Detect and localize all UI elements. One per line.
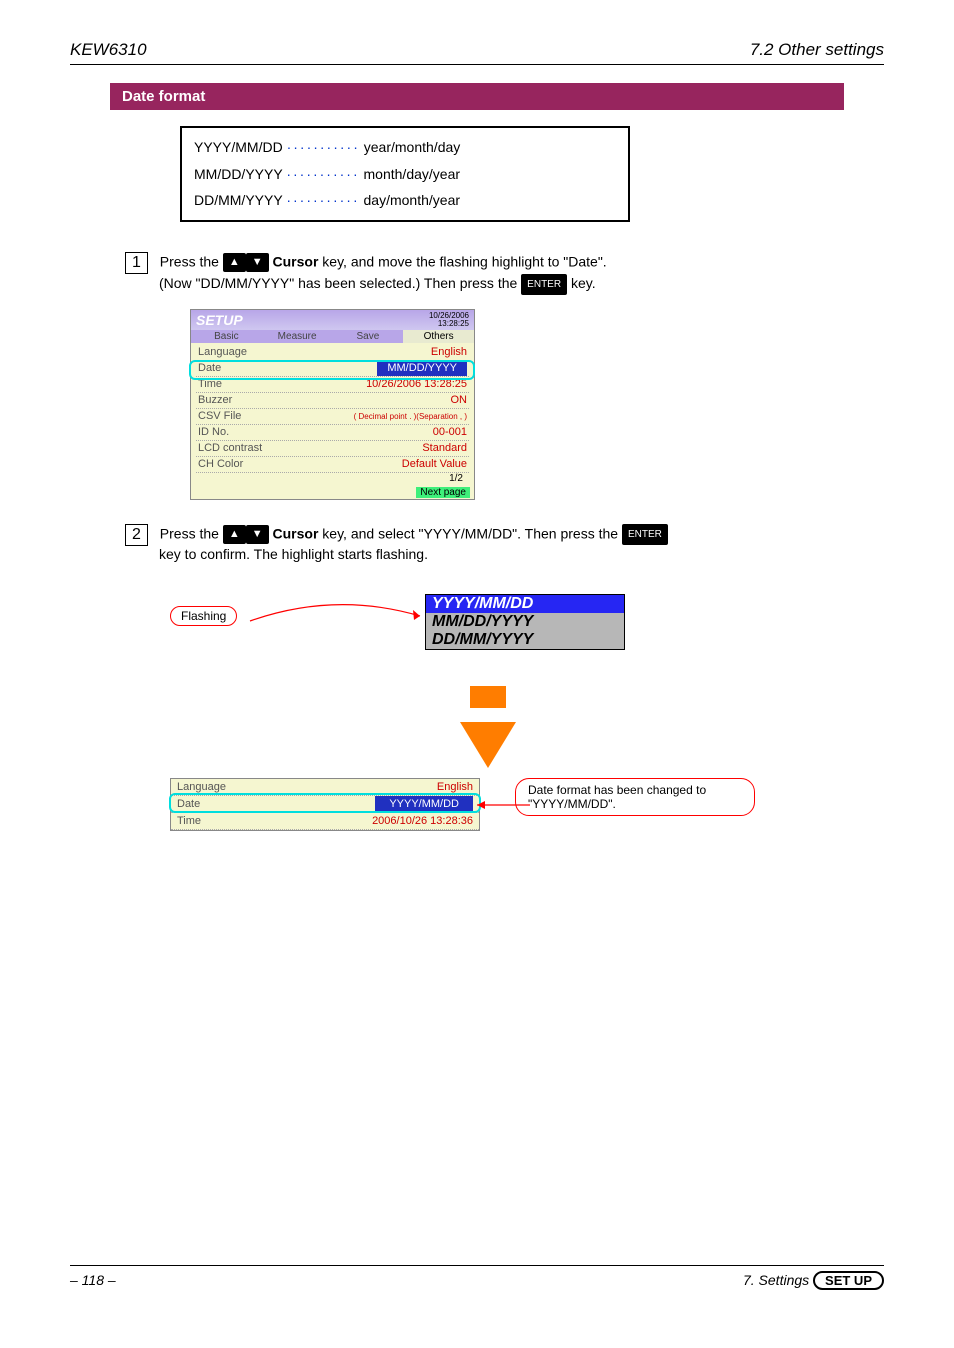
ss1-lbl-buzzer: Buzzer bbox=[198, 393, 232, 408]
step1-mid: key, and move the flashing highlight to … bbox=[322, 253, 606, 269]
ss1-ts-time: 13:28:25 bbox=[438, 319, 469, 328]
ss1-lbl-id: ID No. bbox=[198, 425, 229, 440]
down-arrow-icon bbox=[460, 722, 516, 768]
tab-basic[interactable]: Basic bbox=[191, 330, 262, 343]
fmt-opt3-right: day/month/year bbox=[364, 192, 461, 208]
setup-screenshot-2: Language English Date YYYY/MM/DD Time 2006/… bbox=[170, 778, 480, 831]
header-left: KEW6310 bbox=[70, 40, 147, 60]
fmt-opt1-right: year/month/day bbox=[364, 139, 461, 155]
flashing-callout: Flashing bbox=[170, 606, 237, 626]
dots-1: ··········· bbox=[287, 139, 360, 155]
cursor-down-key[interactable] bbox=[246, 253, 269, 272]
step2-number: 2 bbox=[125, 524, 148, 546]
ss1-val-lcd: Standard bbox=[422, 441, 467, 456]
next-page-button[interactable]: Next page bbox=[416, 487, 470, 498]
page-header: KEW6310 7.2 Other settings bbox=[70, 40, 884, 65]
ss1-val-time: 10/26/2006 13:28:25 bbox=[366, 377, 467, 392]
cursor-up-key[interactable] bbox=[223, 253, 246, 272]
step1-pre: Press the bbox=[160, 253, 219, 269]
fmt-opt3-left: DD/MM/YYYY bbox=[194, 192, 282, 208]
ss2-lbl-date: Date bbox=[177, 796, 200, 812]
tab-save[interactable]: Save bbox=[333, 330, 404, 343]
setup-screenshot-1: SETUP 10/26/200613:28:25 Basic Measure S… bbox=[190, 309, 475, 500]
popup-opt-3[interactable]: DD/MM/YYYY bbox=[426, 631, 624, 649]
ss1-lbl-date: Date bbox=[198, 361, 221, 376]
ss1-val-date[interactable]: MM/DD/YYYY bbox=[377, 361, 467, 376]
fmt-opt1-left: YYYY/MM/DD bbox=[194, 139, 283, 155]
tab-measure[interactable]: Measure bbox=[262, 330, 333, 343]
ss1-val-ch: Default Value bbox=[402, 457, 467, 472]
cursor-down-key-2[interactable] bbox=[246, 525, 269, 544]
date-format-box: YYYY/MM/DD ··········· year/month/day MM… bbox=[180, 126, 630, 222]
popup-opt-2[interactable]: MM/DD/YYYY bbox=[426, 613, 624, 631]
dots-2: ··········· bbox=[286, 166, 359, 182]
section-title: Date format bbox=[110, 83, 844, 110]
header-right: 7.2 Other settings bbox=[750, 40, 884, 60]
cursor-up-key-2[interactable] bbox=[223, 525, 246, 544]
enter-key-2[interactable]: ENTER bbox=[622, 524, 668, 545]
ss1-lbl-csv: CSV File bbox=[198, 409, 241, 424]
ss1-val-language: English bbox=[431, 345, 467, 360]
ss2-lbl-language: Language bbox=[177, 779, 226, 795]
ss2-val-time: 2006/10/26 13:28:36 bbox=[372, 813, 473, 829]
ss1-lbl-lcd: LCD contrast bbox=[198, 441, 262, 456]
step2-mid: key, and select "YYYY/MM/DD". Then press… bbox=[322, 525, 618, 541]
ss1-page-indicator: 1/2 bbox=[196, 473, 469, 484]
ss1-lbl-ch: CH Color bbox=[198, 457, 243, 472]
popup-opt-1[interactable]: YYYY/MM/DD bbox=[426, 595, 624, 613]
step-1: 1 Press the Cursor key, and move the fla… bbox=[125, 252, 884, 295]
dots-3: ··········· bbox=[286, 192, 359, 208]
ss1-lbl-language: Language bbox=[198, 345, 247, 360]
ss2-val-date[interactable]: YYYY/MM/DD bbox=[375, 796, 473, 812]
step1-post: (Now "DD/MM/YYYY" has been selected.) Th… bbox=[159, 275, 517, 291]
ss1-val-id: 00-001 bbox=[433, 425, 467, 440]
changed-callout: Date format has been changed to "YYYY/MM… bbox=[515, 778, 755, 816]
cursor-label-2: Cursor bbox=[273, 525, 319, 541]
tab-others[interactable]: Others bbox=[403, 330, 474, 343]
enter-key-1[interactable]: ENTER bbox=[521, 274, 567, 295]
fmt-opt2-right: month/day/year bbox=[364, 166, 461, 182]
setup-pill: SET UP bbox=[813, 1271, 884, 1290]
ss1-lbl-time: Time bbox=[198, 377, 222, 392]
ss1-val-csv: ( Decimal point . )(Separation , ) bbox=[354, 409, 467, 424]
fmt-opt2-left: MM/DD/YYYY bbox=[194, 166, 282, 182]
footer-page-number: – 118 – bbox=[70, 1272, 116, 1288]
step2-end: key to confirm. The highlight starts fla… bbox=[159, 546, 428, 562]
date-format-popup: YYYY/MM/DD MM/DD/YYYY DD/MM/YYYY bbox=[425, 594, 625, 650]
page-footer: – 118 – 7. Settings SET UP bbox=[70, 1265, 884, 1288]
ss2-lbl-time: Time bbox=[177, 813, 201, 829]
footer-section: 7. Settings bbox=[743, 1272, 809, 1288]
step-2: 2 Press the Cursor key, and select "YYYY… bbox=[125, 524, 884, 562]
step1-end: key. bbox=[571, 275, 596, 291]
ss1-title: SETUP bbox=[196, 312, 243, 328]
step2-pre: Press the bbox=[160, 525, 219, 541]
arrow-stem bbox=[470, 686, 506, 708]
cursor-label-1: Cursor bbox=[273, 253, 319, 269]
ss2-val-language: English bbox=[437, 779, 473, 795]
step1-number: 1 bbox=[125, 252, 148, 274]
ss1-val-buzzer: ON bbox=[451, 393, 468, 408]
